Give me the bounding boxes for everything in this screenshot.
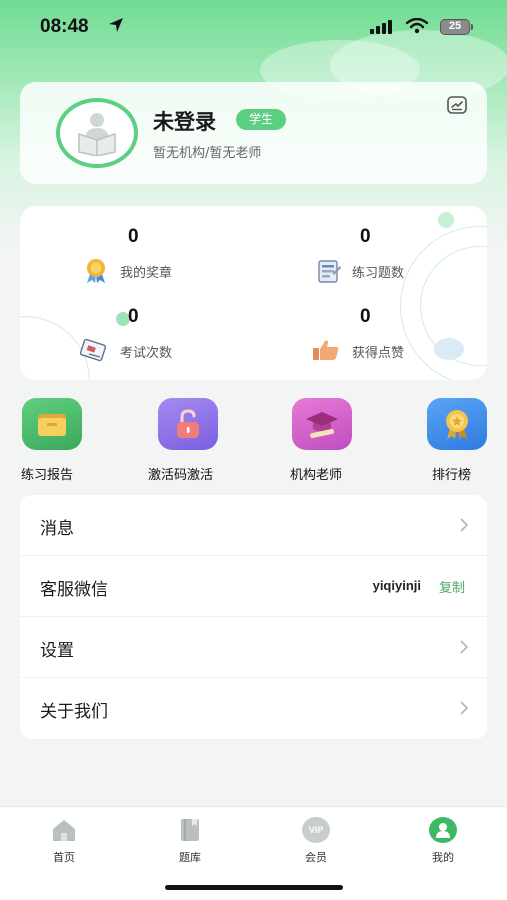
- menu-label: 关于我们: [40, 702, 108, 722]
- stat-label: 我的奖章: [120, 266, 173, 281]
- home-indicator[interactable]: [165, 885, 343, 890]
- stat-value: 0: [128, 226, 139, 247]
- tab-mine[interactable]: 我的: [413, 815, 473, 865]
- tab-question-bank[interactable]: 题库: [160, 815, 220, 865]
- profile-card[interactable]: 未登录 学生 暂无机构/暂无老师: [20, 82, 487, 184]
- medal-icon: [84, 258, 108, 288]
- action-leaderboard[interactable]: 排行榜: [400, 396, 507, 486]
- menu-list: 消息 客服微信 yiqiyinji 复制 设置 关于我们: [20, 495, 487, 739]
- decor-dot: [434, 338, 464, 360]
- tab-label: 我的: [432, 851, 454, 864]
- action-institution-teacher[interactable]: 机构老师: [262, 396, 382, 486]
- vip-icon-text: VIP: [308, 825, 324, 835]
- chevron-right-icon: [459, 700, 469, 720]
- action-label: 激活码激活: [148, 468, 214, 483]
- menu-label: 消息: [40, 519, 74, 539]
- wechat-id: yiqiyinji: [372, 578, 421, 593]
- avatar[interactable]: [56, 98, 138, 168]
- menu-item-settings[interactable]: 设置: [20, 617, 487, 678]
- edit-profile-icon[interactable]: [447, 96, 467, 118]
- worksheet-icon: [316, 258, 342, 288]
- stat-label: 考试次数: [120, 346, 173, 361]
- menu-item-about[interactable]: 关于我们: [20, 678, 487, 739]
- profile-icon: [429, 817, 457, 843]
- location-arrow-icon: [108, 17, 124, 37]
- tab-label: 题库: [179, 851, 201, 864]
- stat-label: 获得点赞: [352, 346, 405, 361]
- tab-vip[interactable]: VIP 会员: [286, 815, 346, 865]
- quick-actions: 练习报告 激活码激活 机构老师 排行榜: [0, 396, 507, 486]
- status-time: 08:48: [40, 16, 89, 37]
- vip-icon: VIP: [302, 817, 330, 843]
- tab-label: 会员: [305, 851, 327, 864]
- cellular-signal-icon: [370, 20, 392, 34]
- menu-item-messages[interactable]: 消息: [20, 495, 487, 556]
- menu-item-wechat-service[interactable]: 客服微信 yiqiyinji 复制: [20, 556, 487, 617]
- profile-name[interactable]: 未登录: [153, 106, 216, 136]
- chevron-right-icon: [459, 639, 469, 659]
- stat-value: 0: [360, 306, 371, 327]
- action-practice-report[interactable]: 练习报告: [0, 396, 120, 486]
- exam-paper-icon: [79, 338, 108, 366]
- stat-label: 练习题数: [352, 266, 405, 281]
- graduation-cap-icon: [292, 398, 352, 450]
- action-label: 机构老师: [290, 468, 343, 483]
- menu-label: 设置: [40, 641, 74, 661]
- tab-label: 首页: [53, 851, 75, 864]
- stat-value: 0: [128, 306, 139, 327]
- stat-value: 0: [360, 226, 371, 247]
- profile-subtitle: 暂无机构/暂无老师: [153, 146, 262, 161]
- role-badge: 学生: [236, 109, 287, 130]
- question-bank-icon: [176, 817, 204, 843]
- thumbs-up-icon: [312, 338, 340, 366]
- menu-label: 客服微信: [40, 580, 108, 600]
- action-label: 练习报告: [21, 468, 74, 483]
- status-bar: 08:48 25: [0, 0, 507, 56]
- action-label: 排行榜: [432, 468, 472, 483]
- stats-card: 0 我的奖章 0 练习题数 0 考试次数 0 获得点赞: [20, 206, 487, 380]
- battery-tip: [471, 24, 473, 30]
- action-activate-code[interactable]: 激活码激活: [128, 396, 248, 486]
- chevron-right-icon: [459, 517, 469, 537]
- wifi-icon: [405, 17, 429, 38]
- battery-icon: 25: [440, 19, 470, 35]
- tab-home[interactable]: 首页: [34, 815, 94, 865]
- unlock-icon: [158, 398, 218, 450]
- reader-avatar-icon: [78, 113, 116, 156]
- ranking-badge-icon: [427, 398, 487, 450]
- copy-button[interactable]: 复制: [439, 577, 465, 596]
- report-folder-icon: [22, 398, 82, 450]
- home-icon: [50, 817, 78, 843]
- decor-dot: [438, 212, 454, 228]
